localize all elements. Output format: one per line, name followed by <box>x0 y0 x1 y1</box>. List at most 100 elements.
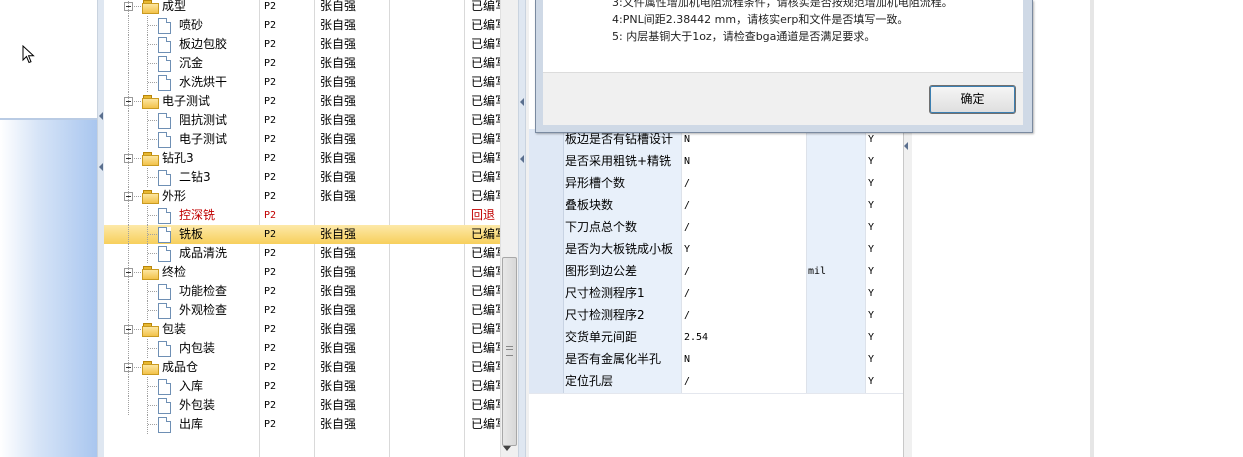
tree-folder-row[interactable]: 电子测试 P2 张自强 已编写 <box>104 92 500 111</box>
tree-connector <box>148 348 157 349</box>
row-header[interactable] <box>529 173 564 195</box>
tree-item-row[interactable]: 入库 P2 张自强 已编写 <box>104 377 500 396</box>
tree-item-row[interactable]: 内包装 P2 张自强 已编写 <box>104 339 500 358</box>
tree-item-row[interactable]: 外观检查 P2 张自强 已编写 <box>104 301 500 320</box>
parameter-row[interactable]: 尺寸检测程序1/ Y <box>529 283 906 306</box>
parameter-value[interactable]: Y <box>681 239 807 261</box>
tree-folder-row[interactable]: 成型 P2 张自强 已编写 <box>104 0 500 16</box>
document-icon <box>158 75 171 91</box>
tree-item-row[interactable]: 成品清洗 P2 张自强 已编写 <box>104 244 500 263</box>
ok-button[interactable]: 确定 <box>929 85 1016 114</box>
tree-item-row[interactable]: 阻抗测试 P2 张自强 已编写 <box>104 111 500 130</box>
process-tree-grid[interactable]: 成型P2张自强已编写喷砂P2张自强已编写板边包胶P2张自强已编写沉金P2张自强已… <box>104 0 500 457</box>
document-icon <box>158 170 171 186</box>
parameter-flag[interactable]: Y <box>865 283 906 305</box>
parameter-flag[interactable]: Y <box>865 305 906 327</box>
document-icon <box>158 341 171 357</box>
parameter-row[interactable]: 异形槽个数 / Y <box>529 173 906 196</box>
parameter-row[interactable]: 尺寸检测程序2/ Y <box>529 305 906 328</box>
tree-item-row[interactable]: 控深铣 P2 回退 <box>104 206 500 225</box>
process-status: 已编写 <box>471 18 500 32</box>
parameter-row[interactable]: 下刀点总个数 / Y <box>529 217 906 240</box>
tree-folder-row[interactable]: 终检 P2 张自强 已编写 <box>104 263 500 282</box>
tree-folder-row[interactable]: 包装 P2 张自强 已编写 <box>104 320 500 339</box>
parameter-value[interactable]: / <box>681 283 807 305</box>
parameter-row[interactable]: 定位孔层 / Y <box>529 371 906 394</box>
row-header[interactable] <box>529 151 564 173</box>
process-author: 张自强 <box>320 417 357 431</box>
parameter-flag[interactable]: Y <box>865 151 906 173</box>
middle-splitter[interactable] <box>518 0 526 457</box>
tree-connector <box>148 63 157 64</box>
parameter-flag[interactable]: Y <box>865 349 906 371</box>
right-pane-strip <box>1090 0 1094 457</box>
parameter-flag[interactable]: Y <box>865 327 906 349</box>
row-header[interactable] <box>529 327 564 349</box>
parameter-value[interactable]: N <box>681 151 807 173</box>
tree-item-row[interactable]: 铣板 P2 张自强 已编写 <box>104 225 500 244</box>
tree-connector <box>128 396 129 415</box>
row-header[interactable] <box>529 371 564 393</box>
folder-icon <box>142 152 159 166</box>
parameter-row[interactable]: 是否为大板铣成小板 Y Y <box>529 239 906 262</box>
tree-folder-row[interactable]: 钻孔3 P2 张自强 已编写 <box>104 149 500 168</box>
parameter-value[interactable]: 2.54 <box>681 327 807 349</box>
row-header[interactable] <box>529 261 564 283</box>
tree-item-row[interactable]: 功能检查 P2 张自强 已编写 <box>104 282 500 301</box>
process-author: 张自强 <box>320 132 357 146</box>
scrollbar-grip-line <box>506 349 513 350</box>
process-name: 入库 <box>179 379 204 393</box>
collapse-middle-icon[interactable] <box>520 98 524 106</box>
tree-item-row[interactable]: 出库 P2 张自强 已编写 <box>104 415 500 434</box>
tree-item-row[interactable]: 板边包胶 P2 张自强 已编写 <box>104 35 500 54</box>
parameter-value[interactable]: / <box>681 371 807 393</box>
parameter-row[interactable]: 图形到边公差 / mil Y <box>529 261 906 284</box>
tree-item-row[interactable]: 外包装 P2 张自强 已编写 <box>104 396 500 415</box>
row-header[interactable] <box>529 239 564 261</box>
collapse-middle-icon-2[interactable] <box>520 155 524 163</box>
row-header[interactable] <box>529 305 564 327</box>
process-level: P2 <box>264 267 277 278</box>
parameter-flag[interactable]: Y <box>865 217 906 239</box>
tree-item-row[interactable]: 电子测试 P2 张自强 已编写 <box>104 130 500 149</box>
process-name: 二钻3 <box>179 170 211 184</box>
parameter-value[interactable]: / <box>681 305 807 327</box>
parameter-row[interactable]: 是否有金属化半孔 N Y <box>529 349 906 372</box>
row-header[interactable] <box>529 217 564 239</box>
row-header[interactable] <box>529 195 564 217</box>
parameter-flag[interactable]: Y <box>865 371 906 393</box>
row-header[interactable] <box>529 349 564 371</box>
parameter-row[interactable]: 是否采用粗铣+精铣 N Y <box>529 151 906 174</box>
folder-icon-body <box>142 364 159 375</box>
parameter-flag[interactable]: Y <box>865 173 906 195</box>
tree-item-row[interactable]: 水洗烘干 P2 张自强 已编写 <box>104 73 500 92</box>
parameter-value[interactable]: / <box>681 173 807 195</box>
tree-folder-row[interactable]: 外形 P2 张自强 已编写 <box>104 187 500 206</box>
parameter-flag[interactable]: Y <box>865 195 906 217</box>
parameter-value[interactable]: / <box>681 217 807 239</box>
process-level: P2 <box>264 305 277 316</box>
tree-item-row[interactable]: 二钻3 P2 张自强 已编写 <box>104 168 500 187</box>
parameter-value[interactable]: / <box>681 261 807 283</box>
row-header[interactable] <box>529 283 564 305</box>
parameter-flag[interactable]: Y <box>865 239 906 261</box>
tree-folder-row[interactable]: 成品仓 P2 张自强 已编写 <box>104 358 500 377</box>
process-author: 张自强 <box>320 0 357 13</box>
scroll-down-arrow-icon[interactable] <box>503 446 511 451</box>
parameter-value[interactable]: / <box>681 195 807 217</box>
process-name: 成型 <box>162 0 187 13</box>
process-level: P2 <box>264 96 277 107</box>
tree-item-row[interactable]: 喷砂 P2 张自强 已编写 <box>104 16 500 35</box>
collapse-left-icon[interactable] <box>99 112 103 120</box>
parameter-flag[interactable]: Y <box>865 261 906 283</box>
tree-item-row[interactable]: 沉金 P2 张自强 已编写 <box>104 54 500 73</box>
folder-icon <box>142 266 159 280</box>
process-author: 张自强 <box>320 227 357 241</box>
expand-right-icon[interactable] <box>904 142 908 150</box>
process-name: 电子测试 <box>162 94 211 108</box>
parameter-row[interactable]: 交货单元间距 2.54 Y <box>529 327 906 350</box>
parameter-value[interactable]: N <box>681 349 807 371</box>
process-name: 控深铣 <box>179 208 216 222</box>
collapse-left-icon-2[interactable] <box>99 163 103 171</box>
parameter-row[interactable]: 叠板块数 / Y <box>529 195 906 218</box>
